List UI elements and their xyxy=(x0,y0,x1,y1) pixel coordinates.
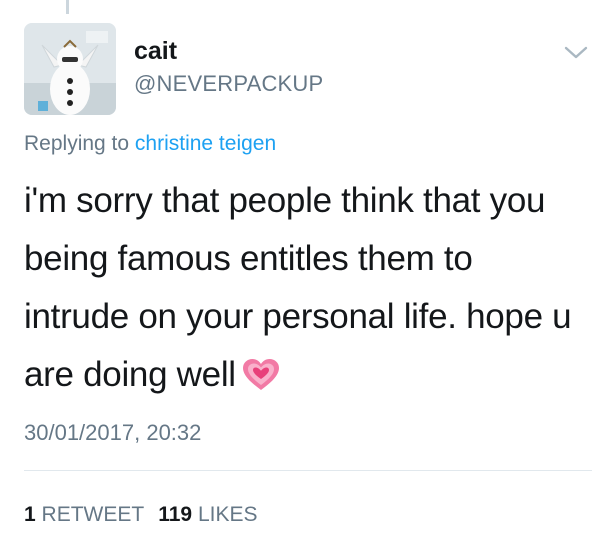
author-handle[interactable]: @NEVERPACKUP xyxy=(134,71,323,97)
avatar[interactable] xyxy=(24,23,116,115)
growing-heart-icon xyxy=(242,352,280,410)
retweets-stat[interactable]: 1 RETWEET xyxy=(24,503,144,526)
retweets-count: 1 xyxy=(24,503,36,526)
replying-to-label: Replying to xyxy=(24,132,130,155)
avatar-image xyxy=(24,23,116,115)
engagement-stats: 1 RETWEET 119 LIKES xyxy=(24,503,257,527)
thread-connector-line xyxy=(66,0,69,14)
likes-stat[interactable]: 119 LIKES xyxy=(158,503,257,526)
likes-label: LIKES xyxy=(197,503,258,526)
divider xyxy=(24,470,592,471)
author-name[interactable]: cait xyxy=(134,37,177,66)
tweet-timestamp: 30/01/2017, 20:32 xyxy=(24,420,202,445)
replying-to-mention-link[interactable]: christine teigen xyxy=(135,132,276,155)
tweet-body: i'm sorry that people think that you bei… xyxy=(24,181,572,394)
retweets-label: RETWEET xyxy=(41,503,145,526)
likes-count: 119 xyxy=(158,503,193,526)
chevron-down-icon[interactable] xyxy=(563,44,589,62)
tweet-text: i'm sorry that people think that you bei… xyxy=(24,172,584,410)
replying-to-line: Replying to christine teigen xyxy=(24,132,276,156)
